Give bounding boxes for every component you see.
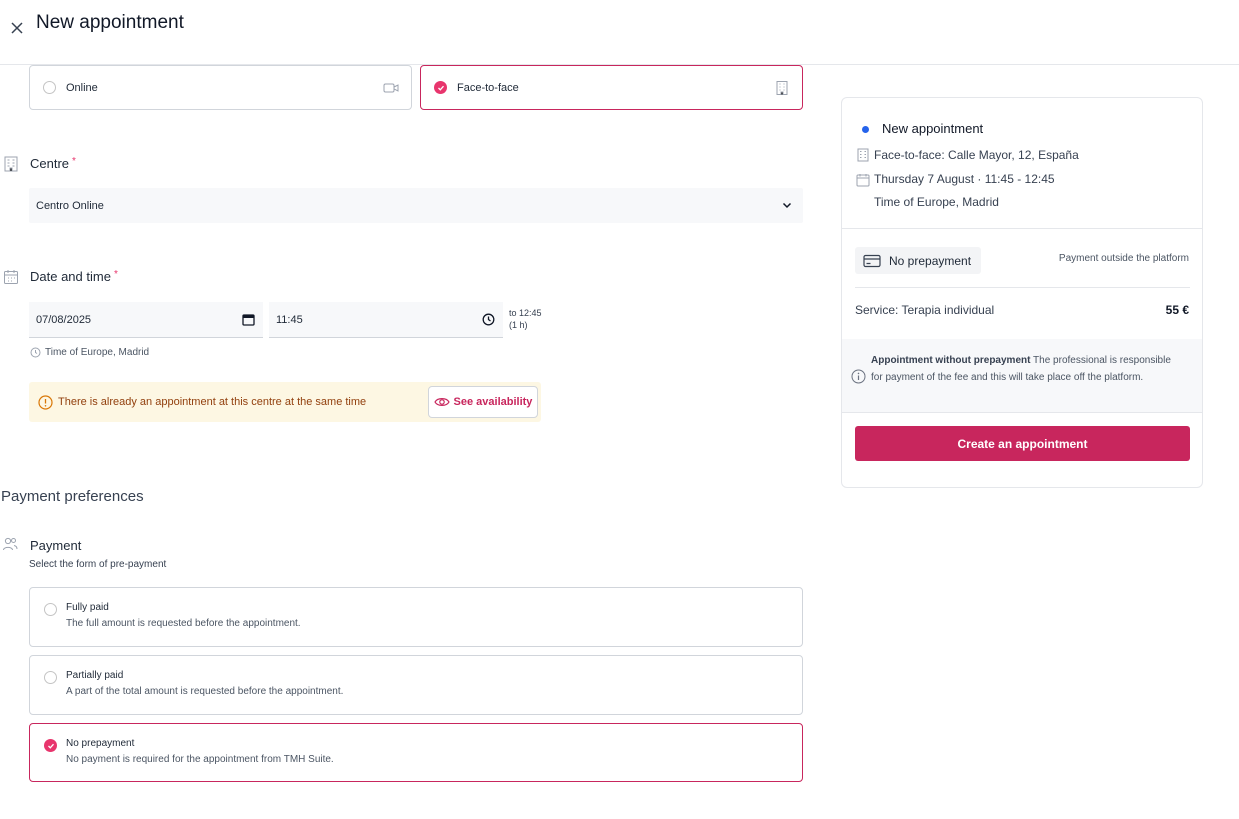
warning-text: There is already an appointment at this …: [58, 396, 367, 408]
option-title: Partially paid: [66, 670, 124, 681]
no-prepayment-radio[interactable]: [44, 739, 57, 752]
online-radio[interactable]: [43, 81, 56, 94]
close-icon: [11, 22, 23, 34]
calendar-icon: [4, 270, 18, 284]
option-title: No prepayment: [66, 738, 135, 749]
divider: [855, 287, 1190, 288]
end-time: to 12:45 (1 h): [509, 307, 542, 331]
appointment-summary: New appointment Face-to-face: Calle Mayo…: [841, 97, 1203, 488]
date-input[interactable]: 07/08/2025: [29, 302, 263, 338]
face-to-face-radio[interactable]: [434, 81, 447, 94]
clock-icon[interactable]: [482, 313, 495, 326]
header: New appointment: [0, 0, 1239, 65]
fully-paid-radio[interactable]: [44, 603, 57, 616]
see-availability-button[interactable]: See availability: [428, 386, 538, 418]
conflict-warning: There is already an appointment at this …: [29, 382, 541, 422]
users-icon: [3, 537, 18, 551]
building-icon: [4, 156, 18, 172]
badge-label: No prepayment: [889, 253, 972, 268]
eye-icon: [433, 398, 450, 406]
duration-line: (1 h): [509, 320, 528, 330]
service-name: Service: Terapia individual: [855, 303, 995, 317]
option-description: The full amount is requested before the …: [66, 618, 301, 629]
video-camera-icon: [383, 83, 399, 93]
no-prepayment-option[interactable]: No prepayment No payment is required for…: [29, 723, 803, 782]
online-label: Online: [66, 81, 98, 94]
building-icon: [857, 148, 869, 162]
timezone-line: Time of Europe, Madrid: [30, 347, 149, 358]
time-value: 11:45: [276, 313, 303, 326]
partially-paid-option[interactable]: Partially paid A part of the total amoun…: [29, 655, 803, 715]
credit-card-icon: [863, 254, 881, 267]
partially-paid-radio[interactable]: [44, 671, 57, 684]
divider: [842, 228, 1202, 229]
calendar-icon[interactable]: [242, 313, 255, 326]
time-input[interactable]: 11:45: [269, 302, 503, 338]
required-marker: *: [113, 269, 118, 280]
status-dot: [862, 126, 869, 133]
calendar-icon: [856, 174, 870, 187]
option-description: No payment is required for the appointme…: [66, 754, 334, 765]
payment-label: Payment: [30, 538, 82, 553]
summary-timezone: Time of Europe, Madrid: [874, 195, 999, 209]
required-marker: *: [72, 156, 76, 167]
info-icon: [851, 369, 866, 384]
summary-title: New appointment: [882, 121, 984, 136]
building-icon: [776, 81, 788, 95]
close-button[interactable]: [9, 20, 25, 36]
info-title: Appointment without prepayment: [871, 355, 1031, 366]
clock-icon: [30, 347, 41, 358]
date-value: 07/08/2025: [36, 313, 92, 326]
centre-select[interactable]: Centro Online: [29, 188, 803, 223]
payment-preferences-heading: Payment preferences: [1, 488, 144, 505]
payment-subtitle: Select the form of pre-payment: [29, 559, 167, 570]
summary-date: Thursday 7 August · 11:45 - 12:45: [874, 172, 1055, 186]
date-time-label-text: Date and time: [30, 269, 111, 284]
option-title: Fully paid: [66, 602, 109, 613]
date-time-label: Date and time *: [30, 269, 118, 284]
divider: [842, 412, 1202, 413]
timezone-text: Time of Europe, Madrid: [45, 347, 150, 358]
face-to-face-option[interactable]: Face-to-face: [420, 65, 803, 110]
prepayment-badge: No prepayment: [855, 247, 982, 274]
payment-note: Payment outside the platform: [1058, 253, 1189, 264]
prepayment-info: Appointment without prepayment The profe…: [842, 339, 1202, 412]
face-to-face-label: Face-to-face: [457, 81, 519, 94]
check-icon: [437, 85, 444, 91]
centre-label-text: Centre: [30, 156, 70, 171]
centre-select-value: Centro Online: [36, 199, 104, 212]
page-title: New appointment: [36, 12, 184, 33]
check-icon: [47, 743, 54, 749]
see-availability-label: See availability: [453, 396, 533, 408]
warning-icon: [38, 395, 53, 410]
end-time-line: to 12:45: [509, 308, 542, 318]
option-description: A part of the total amount is requested …: [66, 686, 344, 697]
fully-paid-option[interactable]: Fully paid The full amount is requested …: [29, 587, 803, 647]
chevron-down-icon: [782, 202, 792, 209]
summary-location: Face-to-face: Calle Mayor, 12, España: [874, 148, 1079, 162]
centre-label: Centre *: [30, 156, 76, 171]
online-option[interactable]: Online: [29, 65, 412, 110]
create-appointment-button[interactable]: Create an appointment: [855, 426, 1190, 461]
service-price: 55 €: [1165, 303, 1189, 317]
info-text: Appointment without prepayment The profe…: [871, 352, 1181, 386]
